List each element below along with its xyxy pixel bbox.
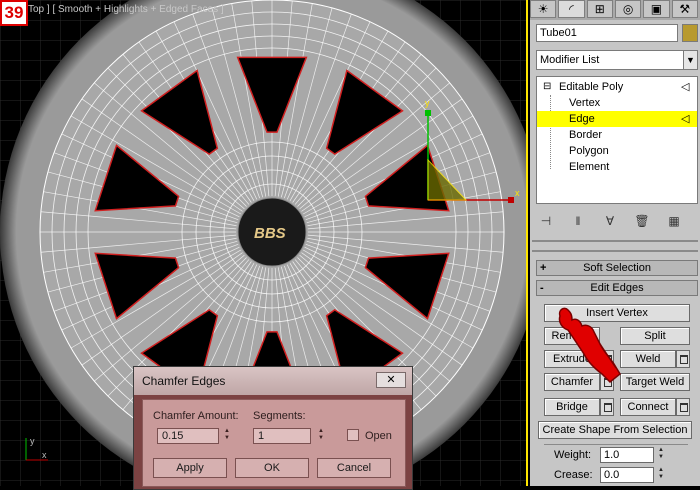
bridge-button[interactable]: Bridge <box>544 398 600 416</box>
open-label: Open <box>365 430 392 442</box>
modify-tab-icon[interactable]: ◜ <box>558 0 585 18</box>
chamfer-amount-label: Chamfer Amount: <box>153 410 239 422</box>
stack-item-edge[interactable]: Edge ◁ <box>537 111 697 127</box>
gizmo-x-label: x <box>515 188 520 198</box>
configure-sets-icon[interactable]: ▦ <box>662 212 686 230</box>
open-checkbox[interactable] <box>347 429 359 441</box>
weight-field[interactable]: 1.0 <box>600 447 654 463</box>
show-end-result-icon[interactable]: ‖ <box>566 212 590 230</box>
soft-selection-rollout[interactable]: + Soft Selection <box>536 260 698 276</box>
segments-spinner[interactable]: ▲ ▼ <box>317 428 325 444</box>
split-button[interactable]: Split <box>620 327 690 345</box>
ok-button[interactable]: OK <box>235 458 309 478</box>
viewport-label[interactable]: Top ] [ Smooth + Highlights + Edged Face… <box>28 4 224 15</box>
axis-y-label: y <box>30 436 35 446</box>
chamfer-amount-spinner[interactable]: ▲ ▼ <box>223 428 231 444</box>
weight-label: Weight: <box>554 449 592 461</box>
gizmo-y-label: y <box>425 98 430 108</box>
chamfer-amount-field[interactable]: 0.15 <box>157 428 219 444</box>
weld-settings-button[interactable] <box>676 350 690 368</box>
command-panel: ☀ ◜ ⊞ ◎ ▣ ⚒ Tube01 Modifier List ▼ ⊟ Edi… <box>530 0 700 486</box>
chevron-down-icon: ▼ <box>683 51 697 69</box>
pin-stack-icon[interactable]: ⊣ <box>534 212 558 230</box>
modifier-stack: ⊟ Editable Poly ◁ Vertex Edge ◁ Border P… <box>536 76 698 204</box>
make-unique-icon[interactable]: ∀ <box>598 212 622 230</box>
wheel-logo: BBS <box>254 225 286 242</box>
weld-button[interactable]: Weld <box>620 350 676 368</box>
connect-button[interactable]: Connect <box>620 398 676 416</box>
utilities-tab-icon[interactable]: ⚒ <box>671 0 698 18</box>
pin-icon: ◁ <box>681 81 690 93</box>
chamfer-edges-dialog: Chamfer Edges ✕ Chamfer Amount: 0.15 ▲ ▼ … <box>133 366 413 490</box>
create-tab-icon[interactable]: ☀ <box>530 0 557 18</box>
stack-item-vertex[interactable]: Vertex <box>537 95 697 111</box>
connect-settings-button[interactable] <box>676 398 690 416</box>
create-shape-from-selection-button[interactable]: Create Shape From Selection <box>538 421 692 439</box>
edge-subobject-icon: ◁ <box>681 113 690 125</box>
weight-spinner[interactable]: ▲ ▼ <box>657 447 665 463</box>
target-weld-button[interactable]: Target Weld <box>620 373 690 391</box>
stack-toolbar: ⊣ ‖ ∀ 🗑 ▦ <box>534 210 700 232</box>
stack-item-editable-poly[interactable]: ⊟ Editable Poly ◁ <box>537 79 697 95</box>
crease-spinner[interactable]: ▲ ▼ <box>657 467 665 483</box>
expand-collapse-icon[interactable]: ⊟ <box>543 79 551 95</box>
object-color-swatch[interactable] <box>682 24 698 42</box>
hierarchy-tab-icon[interactable]: ⊞ <box>586 0 613 18</box>
display-tab-icon[interactable]: ▣ <box>643 0 670 18</box>
modifier-list-label: Modifier List <box>540 54 600 66</box>
crease-label: Crease: <box>554 469 593 481</box>
dialog-title[interactable]: Chamfer Edges <box>134 367 412 395</box>
axis-x-label: x <box>42 450 47 460</box>
command-panel-tabs: ☀ ◜ ⊞ ◎ ▣ ⚒ <box>530 0 700 20</box>
crease-field[interactable]: 0.0 <box>600 467 654 483</box>
close-button[interactable]: ✕ <box>376 372 406 388</box>
apply-button[interactable]: Apply <box>153 458 227 478</box>
segments-field[interactable]: 1 <box>253 428 311 444</box>
segments-label: Segments: <box>253 410 306 422</box>
edit-edges-rollout[interactable]: - Edit Edges <box>536 280 698 296</box>
stack-item-polygon[interactable]: Polygon <box>537 143 697 159</box>
stack-item-element[interactable]: Element <box>537 159 697 175</box>
dialog-body: Chamfer Amount: 0.15 ▲ ▼ Segments: 1 ▲ ▼ O… <box>142 399 406 487</box>
bridge-settings-button[interactable] <box>600 398 614 416</box>
step-number-badge: 39 <box>0 0 28 26</box>
modifier-list-dropdown[interactable]: Modifier List ▼ <box>536 50 698 70</box>
cancel-button[interactable]: Cancel <box>317 458 391 478</box>
stack-item-border[interactable]: Border <box>537 127 697 143</box>
object-name-field[interactable]: Tube01 <box>536 24 678 42</box>
motion-tab-icon[interactable]: ◎ <box>614 0 642 18</box>
remove-modifier-icon[interactable]: 🗑 <box>630 212 654 230</box>
pointing-hand-icon <box>558 307 621 384</box>
